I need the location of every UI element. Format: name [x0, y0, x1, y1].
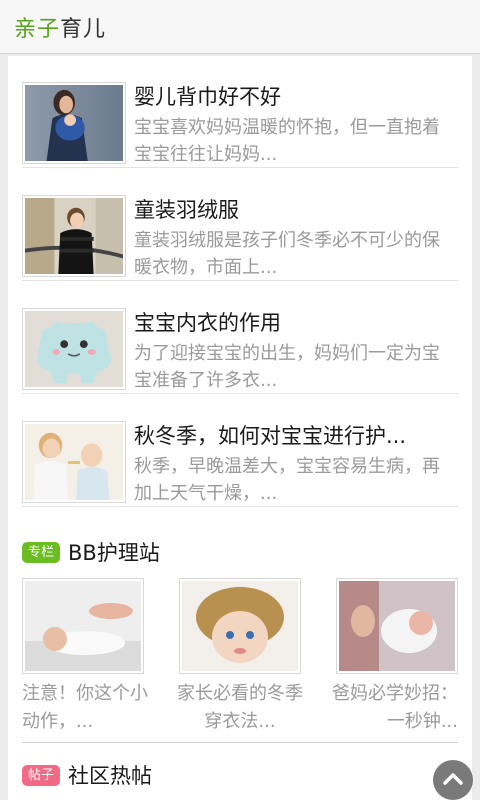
title-accent: 亲子 [14, 16, 61, 42]
gallery-item[interactable]: 爸妈必学妙招：一秒钟... [332, 578, 458, 736]
list-item[interactable]: 童装羽绒服 童装羽绒服是孩子们冬季必不可少的保暖衣物，市面上... [22, 169, 458, 281]
chevron-up-icon [442, 770, 464, 790]
article-title: 婴儿背巾好不好 [134, 85, 281, 109]
article-desc: 童装羽绒服是孩子们冬季必不可少的保暖衣物，市面上... [134, 230, 440, 278]
article-thumbnail [22, 308, 126, 390]
section-tag: 专栏 [22, 541, 61, 563]
gallery-caption: 爸妈必学妙招：一秒钟... [332, 683, 458, 732]
list-item[interactable]: 婴儿背巾好不好 宝宝喜欢妈妈温暖的怀抱，但一直抱着宝宝往往让妈妈... [22, 56, 458, 168]
gallery-item[interactable]: 家长必看的冬季穿衣法... [177, 578, 303, 736]
app-header: 亲子育儿 [0, 0, 480, 54]
article-desc: 秋季，早晚温差大，宝宝容易生病，再加上天气干燥，... [134, 456, 440, 504]
gallery-thumbnail [179, 578, 301, 674]
scroll-to-top-button[interactable] [433, 760, 473, 800]
section-tag: 帖子 [22, 764, 61, 786]
article-thumbnail [22, 421, 126, 503]
list-item[interactable]: 宝宝内衣的作用 为了迎接宝宝的出生，妈妈们一定为宝宝准备了许多衣... [22, 282, 458, 394]
section-header-bb[interactable]: 专栏 BB护理站 [22, 537, 160, 567]
gallery-thumbnail [336, 578, 458, 674]
content-card: 婴儿背巾好不好 宝宝喜欢妈妈温暖的怀抱，但一直抱着宝宝往往让妈妈... 童装羽绒… [8, 56, 472, 800]
article-desc: 宝宝喜欢妈妈温暖的怀抱，但一直抱着宝宝往往让妈妈... [134, 117, 440, 165]
gallery-item[interactable]: 注意！你这个小动作，... [22, 578, 148, 736]
gallery-thumbnail [22, 578, 144, 674]
article-desc: 为了迎接宝宝的出生，妈妈们一定为宝宝准备了许多衣... [134, 343, 440, 391]
page-title: 亲子育儿 [14, 11, 106, 43]
section-title: BB护理站 [68, 541, 160, 565]
title-rest: 育儿 [60, 16, 107, 42]
list-item[interactable]: 秋冬季，如何对宝宝进行护... 秋季，早晚温差大，宝宝容易生病，再加上天气干燥，… [22, 395, 458, 507]
article-title: 童装羽绒服 [134, 198, 239, 222]
gallery-caption: 家长必看的冬季穿衣法... [177, 683, 303, 732]
section-title: 社区热帖 [68, 764, 153, 788]
article-title: 秋冬季，如何对宝宝进行护... [134, 424, 407, 448]
article-title: 宝宝内衣的作用 [134, 311, 281, 335]
gallery-caption: 注意！你这个小动作，... [22, 683, 148, 732]
section-divider [22, 742, 458, 743]
section-header-forum[interactable]: 帖子 社区热帖 [22, 760, 152, 790]
article-thumbnail [22, 82, 126, 164]
article-thumbnail [22, 195, 126, 277]
